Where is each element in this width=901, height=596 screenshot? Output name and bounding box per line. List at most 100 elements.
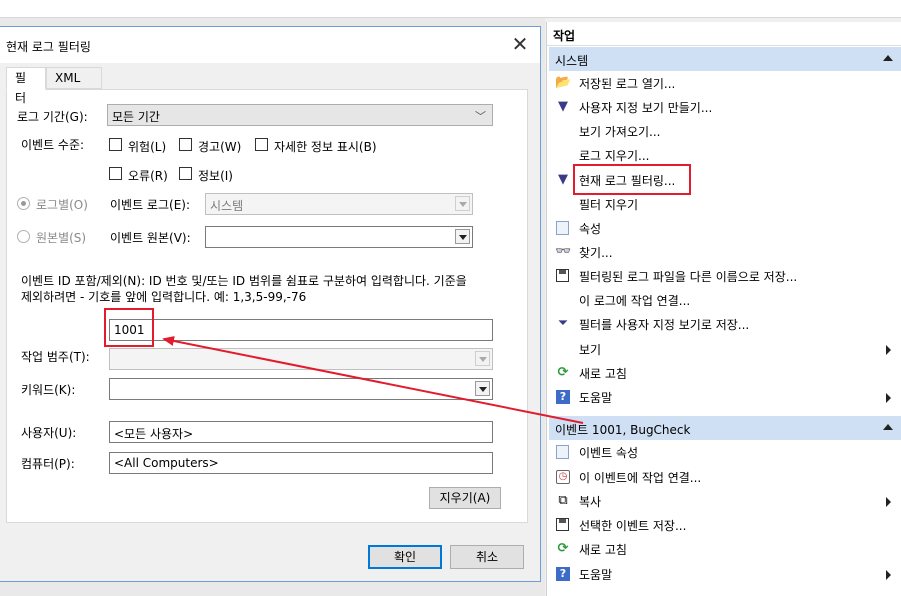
tab-xml[interactable]: XML [46,67,102,89]
information-checkbox[interactable] [179,167,192,180]
action-label: 필터링된 로그 파일을 다른 이름으로 저장... [579,270,798,284]
log-period-label: 로그 기간(G): [17,110,88,124]
action-label: 필터를 사용자 지정 보기로 저장... [579,318,750,332]
action-event-properties[interactable]: 이벤트 속성 [549,440,901,464]
action-clear-log[interactable]: 로그 지우기... [549,143,901,167]
chevron-down-icon [475,351,490,366]
chevron-down-icon[interactable] [475,381,490,396]
binoculars-icon: 👓 [555,244,572,259]
action-label: 이벤트 속성 [579,446,639,460]
filter-panel: 로그 기간(G): 모든 기간 ﹀ 이벤트 수준: 위험(L) 경고(W) 자세… [6,89,528,523]
section-system[interactable]: 시스템 [549,47,901,71]
submenu-arrow-icon [886,393,891,403]
cancel-button[interactable]: 취소 [450,545,524,569]
verbose-label: 자세한 정보 표시(B) [274,140,377,154]
section-event[interactable]: 이벤트 1001, BugCheck [549,416,901,440]
action-label: 선택한 이벤트 저장... [579,519,687,533]
action-import-view[interactable]: 보기 가져오기... [549,119,901,143]
log-period-value: 모든 기간 [112,110,160,124]
action-label: 새로 고침 [579,367,627,381]
chevron-down-icon [455,196,470,211]
submenu-arrow-icon [886,570,891,580]
task-category-label: 작업 범주(T): [21,350,90,364]
keywords-field[interactable] [109,378,493,400]
action-save-selected-events[interactable]: 선택한 이벤트 저장... [549,513,901,537]
event-id-input[interactable]: 1001 [109,319,493,341]
tab-filter[interactable]: 필터 [6,67,46,105]
by-log-label: 로그별(O) [36,198,88,212]
actions-pane: 작업 시스템 📂 저장된 로그 열기... ▼ 사용자 지정 보기 만들기...… [546,22,901,596]
action-attach-task-to-event[interactable]: ◷ 이 이벤트에 작업 연결... [549,465,901,489]
action-event-help[interactable]: ? 도움말 [549,562,901,586]
action-save-filtered-log[interactable]: 필터링된 로그 파일을 다른 이름으로 저장... [549,264,901,288]
help-icon: ? [556,567,570,581]
help-icon: ? [556,390,570,404]
filter-dialog: 현재 로그 필터링 ✕ 필터 XML 로그 기간(G): 모든 기간 ﹀ 이벤트… [0,26,541,582]
event-level-label: 이벤트 수준: [21,138,85,152]
warning-checkbox[interactable] [179,138,192,151]
dialog-titlebar: 현재 로그 필터링 ✕ [0,27,540,63]
event-logs-label: 이벤트 로그(E): [110,198,191,212]
by-source-radio[interactable] [17,230,30,243]
action-open-saved-log[interactable]: 📂 저장된 로그 열기... [549,71,901,95]
action-find[interactable]: 👓 찾기... [549,240,901,264]
critical-checkbox[interactable] [109,138,122,151]
by-log-radio[interactable] [17,197,30,210]
filter-icon: ▼ [558,172,568,187]
event-sources-field[interactable] [205,226,473,248]
computer-label: 컴퓨터(P): [21,457,75,471]
properties-icon [556,221,569,235]
action-label: 보기 [579,343,602,357]
action-label: 저장된 로그 열기... [579,77,676,91]
by-source-label: 원본별(S) [36,231,87,245]
folder-icon: 📂 [555,75,572,90]
user-label: 사용자(U): [21,426,77,440]
section-system-label: 시스템 [555,54,589,68]
log-period-select[interactable]: 모든 기간 ﹀ [107,104,493,126]
action-label: 이 로그에 작업 연결... [579,294,691,308]
action-copy[interactable]: ⧉ 복사 [549,489,901,513]
chevron-down-icon: ﹀ [475,110,486,123]
submenu-arrow-icon [886,345,891,355]
action-label: 도움말 [579,568,613,582]
save-icon [556,518,569,531]
actions-pane-title: 작업 [547,22,901,46]
error-checkbox[interactable] [109,167,122,180]
chevron-down-icon[interactable] [455,229,470,244]
event-sources-label: 이벤트 원본(V): [110,231,191,245]
task-icon: ◷ [556,470,570,484]
dialog-title: 현재 로그 필터링 [6,40,91,54]
filter-save-icon: ⏷ [557,316,569,331]
action-help[interactable]: ? 도움말 [549,385,901,409]
action-label: 로그 지우기... [579,149,650,163]
ok-button[interactable]: 확인 [368,545,442,569]
action-create-custom-view[interactable]: ▼ 사용자 지정 보기 만들기... [549,95,901,119]
section-event-label: 이벤트 1001, BugCheck [555,423,691,437]
event-logs-value: 시스템 [210,199,244,213]
action-event-refresh[interactable]: ⟳ 새로 고침 [549,537,901,561]
copy-icon: ⧉ [558,493,568,508]
top-strip [0,0,901,18]
action-label: 새로 고침 [579,543,627,557]
collapse-icon[interactable] [883,424,893,430]
action-view[interactable]: 보기 [549,337,901,361]
clear-button[interactable]: 지우기(A) [429,487,501,509]
action-refresh[interactable]: ⟳ 새로 고침 [549,361,901,385]
computer-input[interactable]: <All Computers> [109,452,493,474]
action-attach-task-to-log[interactable]: 이 로그에 작업 연결... [549,288,901,312]
event-logs-field: 시스템 [205,193,473,215]
action-properties[interactable]: 속성 [549,216,901,240]
close-icon[interactable]: ✕ [506,31,534,59]
action-save-filter-as-view[interactable]: ⏷ 필터를 사용자 지정 보기로 저장... [549,312,901,336]
action-clear-filter[interactable]: 필터 지우기 [549,192,901,216]
action-label: 현재 로그 필터링... [579,174,676,188]
user-input[interactable]: <모든 사용자> [109,421,493,443]
verbose-checkbox[interactable] [255,138,268,151]
information-label: 정보(I) [198,169,233,183]
refresh-icon: ⟳ [557,541,569,556]
action-filter-current-log[interactable]: ▼ 현재 로그 필터링... [549,168,901,192]
action-label: 보기 가져오기... [579,125,661,139]
action-label: 속성 [579,222,602,236]
action-label: 복사 [579,495,602,509]
collapse-icon[interactable] [883,55,893,61]
